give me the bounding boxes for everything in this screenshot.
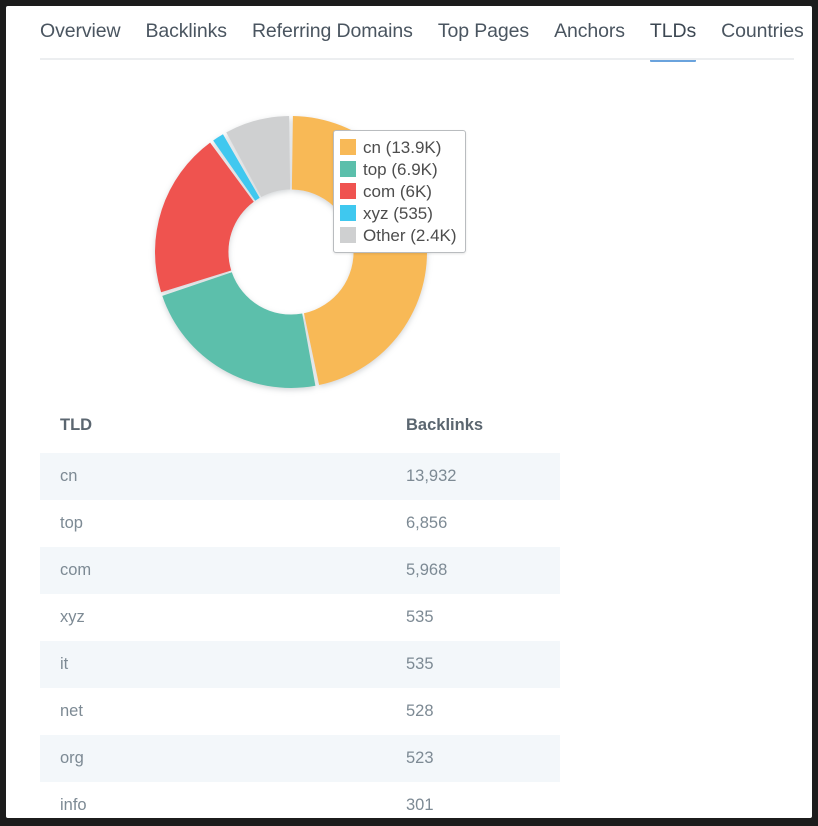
- legend-label-cn: cn (13.9K): [363, 139, 441, 156]
- legend-swatch-xyz: [340, 205, 356, 221]
- table-row[interactable]: xyz535: [40, 594, 560, 641]
- legend-item-cn: cn (13.9K): [340, 136, 457, 158]
- donut-segment-top[interactable]: [162, 272, 315, 388]
- tab-label: Anchors: [554, 20, 625, 42]
- legend-label-com: com (6K): [363, 183, 432, 200]
- table-header-row: TLD Backlinks: [40, 406, 560, 453]
- cell-backlinks: 523: [406, 735, 560, 782]
- tab-label: TLDs: [650, 20, 696, 42]
- tab-label: Backlinks: [145, 20, 226, 42]
- cell-tld: com: [40, 547, 406, 594]
- cell-backlinks: 535: [406, 594, 560, 641]
- tab-tlds[interactable]: TLDs: [650, 6, 696, 57]
- cell-backlinks: 6,856: [406, 500, 560, 547]
- cell-tld: top: [40, 500, 406, 547]
- cell-tld: xyz: [40, 594, 406, 641]
- cell-tld: org: [40, 735, 406, 782]
- table-row[interactable]: it535: [40, 641, 560, 688]
- cell-backlinks: 528: [406, 688, 560, 735]
- table-body: cn13,932top6,856com5,968xyz535it535net52…: [40, 453, 560, 818]
- legend-item-top: top (6.9K): [340, 158, 457, 180]
- report-tabs[interactable]: Overview Backlinks Referring Domains Top…: [6, 6, 812, 52]
- tab-label: Overview: [40, 20, 120, 42]
- chart-legend: cn (13.9K) top (6.9K) com (6K) xyz (535)…: [333, 130, 466, 253]
- column-header-backlinks[interactable]: Backlinks: [406, 406, 560, 453]
- cell-backlinks: 5,968: [406, 547, 560, 594]
- legend-item-com: com (6K): [340, 180, 457, 202]
- cell-backlinks: 301: [406, 782, 560, 818]
- tab-anchors[interactable]: Anchors: [554, 6, 625, 57]
- table-header: TLD Backlinks: [40, 406, 560, 453]
- cell-tld: it: [40, 641, 406, 688]
- cell-tld: cn: [40, 453, 406, 500]
- column-header-tld[interactable]: TLD: [40, 406, 406, 453]
- legend-item-xyz: xyz (535): [340, 202, 457, 224]
- cell-tld: info: [40, 782, 406, 818]
- tld-table-wrap: TLD Backlinks cn13,932top6,856com5,968xy…: [6, 406, 812, 818]
- legend-swatch-cn: [340, 139, 356, 155]
- legend-label-other: Other (2.4K): [363, 227, 457, 244]
- table-row[interactable]: cn13,932: [40, 453, 560, 500]
- tab-label: Referring Domains: [252, 20, 413, 42]
- legend-swatch-com: [340, 183, 356, 199]
- tab-countries[interactable]: Countries: [721, 6, 804, 57]
- tab-label: Countries: [721, 20, 804, 42]
- table-row[interactable]: net528: [40, 688, 560, 735]
- tld-report-panel: Overview Backlinks Referring Domains Top…: [6, 6, 812, 818]
- legend-label-top: top (6.9K): [363, 161, 438, 178]
- tld-chart-area: cn (13.9K) top (6.9K) com (6K) xyz (535)…: [6, 52, 812, 382]
- cell-backlinks: 13,932: [406, 453, 560, 500]
- tab-top-pages[interactable]: Top Pages: [438, 6, 529, 57]
- legend-swatch-other: [340, 227, 356, 243]
- tab-label: Top Pages: [438, 20, 529, 42]
- tab-referring-domains[interactable]: Referring Domains: [252, 6, 413, 57]
- table-row[interactable]: com5,968: [40, 547, 560, 594]
- tld-table: TLD Backlinks cn13,932top6,856com5,968xy…: [40, 406, 560, 818]
- table-row[interactable]: top6,856: [40, 500, 560, 547]
- tab-overview[interactable]: Overview: [40, 6, 120, 57]
- table-row[interactable]: info301: [40, 782, 560, 818]
- table-row[interactable]: org523: [40, 735, 560, 782]
- cell-backlinks: 535: [406, 641, 560, 688]
- screenshot-frame: Overview Backlinks Referring Domains Top…: [0, 0, 818, 826]
- cell-tld: net: [40, 688, 406, 735]
- legend-item-other: Other (2.4K): [340, 224, 457, 246]
- legend-label-xyz: xyz (535): [363, 205, 433, 222]
- legend-swatch-top: [340, 161, 356, 177]
- tab-backlinks[interactable]: Backlinks: [145, 6, 226, 57]
